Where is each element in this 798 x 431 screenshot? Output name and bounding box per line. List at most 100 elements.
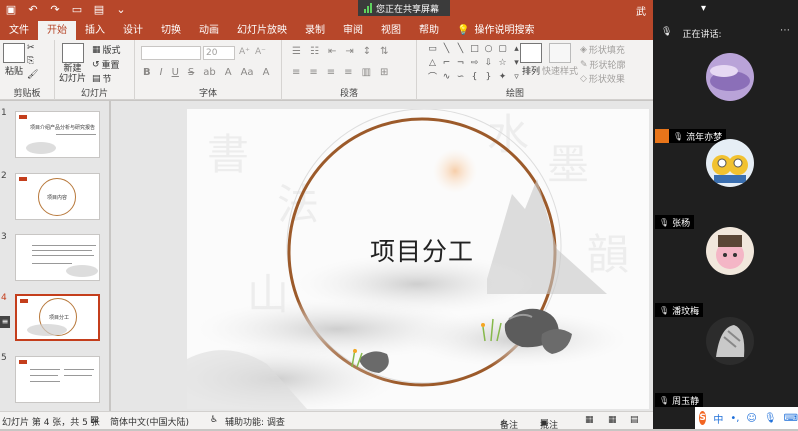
smartart-icon[interactable]: ⊞ [380,67,388,78]
line-icon[interactable]: ╲ [455,43,466,54]
tab-review[interactable]: 审阅 [334,21,372,40]
decrease-indent-icon[interactable]: ⇤ [328,46,336,57]
voice-icon[interactable]: 🎙 [764,413,777,424]
bold-icon[interactable]: B [143,67,151,78]
font-color-icon[interactable]: A [225,67,232,78]
arrange-button[interactable]: 排列 [520,43,542,77]
font-size-select[interactable]: 20 [203,46,235,60]
columns-icon[interactable]: ▥ [362,67,371,78]
tab-view[interactable]: 视图 [372,21,410,40]
rounded-rect-icon[interactable]: ▢ [497,43,508,54]
undo-icon[interactable]: ↶ [26,2,40,16]
reset-button[interactable]: ↺ 重置 [92,58,120,72]
line-icon[interactable]: ╲ [441,43,452,54]
underline-icon[interactable]: U [172,67,179,78]
strikethrough-icon[interactable]: S [188,67,194,78]
tab-record[interactable]: 录制 [296,21,334,40]
tell-me-search[interactable]: 💡 操作说明搜索 [448,21,543,40]
layout-button[interactable]: ▦ 版式 [92,43,121,57]
tab-slideshow[interactable]: 幻灯片放映 [228,21,296,40]
redo-icon[interactable]: ↷ [48,2,62,16]
shape-fill-button[interactable]: ◈ 形状填充 [580,43,625,57]
open-icon[interactable]: ▤ [92,2,106,16]
brace-icon[interactable]: { [469,71,480,82]
oval-icon[interactable]: ○ [483,43,494,54]
save-icon[interactable]: ▣ [4,2,18,16]
triangle-icon[interactable]: △ [427,57,438,68]
tab-file[interactable]: 文件 [0,21,38,40]
slide-title[interactable]: 项目分工 [347,232,497,268]
thumbnail-menu-icon[interactable]: ≡ [0,316,10,328]
language-status[interactable]: 简体中文(中国大陆) [110,415,189,428]
normal-view-icon[interactable]: ▦ [585,415,594,425]
star4-icon[interactable]: ✦ [497,71,508,82]
tab-animations[interactable]: 动画 [190,21,228,40]
punctuation-icon[interactable]: •, [730,413,739,424]
slide-thumbnail-1[interactable]: 项目介绍产品分析与研究报告 [15,111,100,158]
slide-thumbnail-4[interactable]: 项目分工 [15,294,100,341]
arrow-right-icon[interactable]: ⇨ [469,57,480,68]
elbow-icon[interactable]: ⌐ [441,57,452,68]
wave-icon[interactable]: ∽ [455,71,466,82]
more-icon[interactable]: ⋯ [780,25,790,36]
font-name-select[interactable] [141,46,201,60]
shape-outline-button[interactable]: ✎ 形状轮廓 [580,58,626,72]
star-icon[interactable]: ☆ [497,57,508,68]
align-right-icon[interactable]: ≡ [327,67,335,78]
elbow-icon[interactable]: ¬ [455,57,466,68]
tab-help[interactable]: 帮助 [410,21,448,40]
arc-icon[interactable]: ⌒ [427,71,438,83]
brace-right-icon[interactable]: } [483,71,494,82]
quick-styles-button[interactable]: 快速样式 [542,43,578,77]
current-slide[interactable]: 書法墨韻山水 项目分工 [187,109,649,409]
spellcheck-icon[interactable]: ▤ [90,415,99,425]
highlight-icon[interactable]: A [263,67,270,78]
justify-icon[interactable]: ≡ [344,67,352,78]
participant-tile[interactable]: 🎙 周玉静 [653,317,798,407]
arrow-down-icon[interactable]: ⇩ [483,57,494,68]
paste-button[interactable]: 粘贴 [3,43,25,77]
slide-thumbnail-2[interactable]: 项目内容 [15,173,100,220]
tab-transitions[interactable]: 切换 [152,21,190,40]
collapse-icon[interactable]: ▾ [701,3,706,14]
more-icon[interactable]: ⌄ [114,2,128,16]
grow-font-icon[interactable]: A⁺ [239,47,250,57]
participant-tile[interactable]: 🎙 流年亦梦 [653,53,798,143]
slide-thumbnail-5[interactable] [15,356,100,403]
shrink-font-icon[interactable]: A⁻ [255,47,266,57]
emoji-icon[interactable]: ☺ [746,413,756,424]
copy-icon[interactable]: ⎘ [27,56,34,66]
line-spacing-icon[interactable]: ↕ [363,46,371,57]
text-direction-icon[interactable]: ⇅ [380,46,388,57]
numbering-icon[interactable]: ☷ [310,46,319,57]
ime-toolbar[interactable]: S 中 •, ☺ 🎙 ⌨ [695,407,798,429]
increase-indent-icon[interactable]: ⇥ [345,46,353,57]
participant-tile[interactable]: 🎙 潘玟梅 [653,227,798,317]
keyboard-icon[interactable]: ⌨ [784,413,798,424]
shape-effects-button[interactable]: ◇ 形状效果 [580,72,625,86]
sorter-view-icon[interactable]: ▦ [608,415,617,425]
reading-view-icon[interactable]: ▤ [630,415,639,425]
align-left-icon[interactable]: ≡ [292,67,300,78]
rectangle-icon[interactable]: □ [469,43,480,54]
section-button[interactable]: ▤ 节 [92,72,112,86]
ime-mode[interactable]: 中 [713,411,723,426]
tab-insert[interactable]: 插入 [76,21,114,40]
tab-home[interactable]: 开始 [38,21,76,40]
curve-icon[interactable]: ∿ [441,71,452,82]
shapes-gallery[interactable]: ▭ ╲ ╲ □ ○ ▢ ▴ △ ⌐ ¬ ⇨ ⇩ ☆ ▾ ⌒ ∿ ∽{} ✦ ▿ [427,43,519,84]
textbox-icon[interactable]: ▭ [427,43,438,54]
new-slide-button[interactable]: 新建 幻灯片 [59,43,86,84]
participant-tile[interactable]: 🎙 张杨 [653,139,798,229]
italic-icon[interactable]: I [160,67,163,78]
cut-icon[interactable]: ✂ [27,43,35,53]
char-spacing-icon[interactable]: ab [203,67,215,78]
screen-share-banner[interactable]: 您正在共享屏幕 [358,0,450,16]
present-icon[interactable]: ▭ [70,2,84,16]
tab-design[interactable]: 设计 [114,21,152,40]
accessibility-status[interactable]: 辅助功能: 调查 [225,415,285,428]
slide-thumbnail-3[interactable] [15,234,100,281]
bullets-icon[interactable]: ☰ [292,46,301,57]
format-painter-icon[interactable]: 🖌 [27,70,38,80]
change-case-icon[interactable]: Aa [241,67,254,78]
